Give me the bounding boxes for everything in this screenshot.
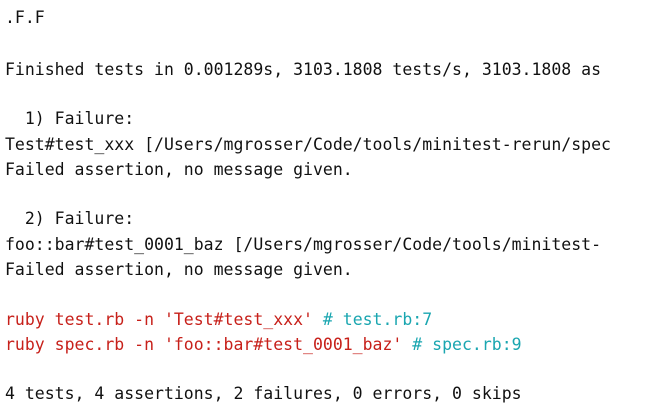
rerun-comment: # test.rb:7	[322, 310, 433, 329]
failure-1-header: 1) Failure:	[5, 109, 135, 128]
summary-line: 4 tests, 4 assertions, 2 failures, 0 err…	[5, 384, 522, 403]
terminal-window: .F.F Finished tests in 0.001289s, 3103.1…	[0, 0, 663, 409]
rerun-command: ruby test.rb -n 'Test#test_xxx'	[5, 310, 313, 329]
progress-line: .F.F	[5, 8, 45, 27]
failure-2-header: 2) Failure:	[5, 209, 135, 228]
failure-1-location: Test#test_xxx [/Users/mgrosser/Code/tool…	[5, 135, 611, 154]
rerun-command: ruby spec.rb -n 'foo::bar#test_0001_baz'	[5, 335, 403, 354]
failure-2-location: foo::bar#test_0001_baz [/Users/mgrosser/…	[5, 235, 602, 254]
failure-2-message: Failed assertion, no message given.	[5, 260, 353, 279]
rerun-line-2: ruby spec.rb -n 'foo::bar#test_0001_baz'…	[5, 335, 522, 355]
finished-line: Finished tests in 0.001289s, 3103.1808 t…	[5, 60, 602, 79]
failure-1-message: Failed assertion, no message given.	[5, 160, 353, 179]
rerun-line-1: ruby test.rb -n 'Test#test_xxx' # test.r…	[5, 310, 432, 330]
rerun-comment: # spec.rb:9	[412, 335, 522, 354]
